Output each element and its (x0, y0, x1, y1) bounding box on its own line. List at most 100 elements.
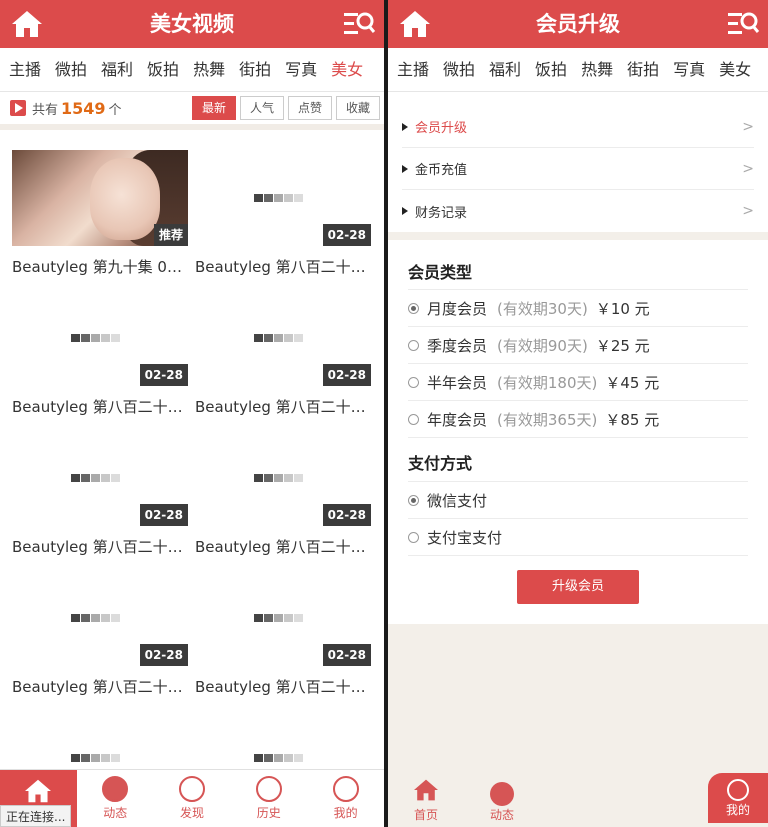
sort-popular-button[interactable]: 人气 (240, 96, 284, 120)
page-title: 会员升级 (536, 12, 620, 36)
loading-icon (254, 614, 304, 622)
tab-category[interactable]: 街拍 (618, 48, 664, 91)
member-price: ￥10 元 (595, 299, 650, 318)
member-option[interactable]: 半年会员 (有效期180天) ￥45 元 (408, 364, 748, 401)
member-option[interactable]: 年度会员 (有效期365天) ￥85 元 (408, 401, 748, 438)
tab-home[interactable]: 首页 (396, 778, 456, 823)
sort-newest-button[interactable]: 最新 (192, 96, 236, 120)
tab-category[interactable]: 福利 (92, 48, 138, 91)
recommend-badge: 推荐 (153, 224, 188, 246)
tab-category[interactable]: 主播 (388, 48, 434, 91)
sort-favorites-button[interactable]: 收藏 (336, 96, 380, 120)
category-nav: 主播 微拍 福利 饭拍 热舞 街拍 写真 美女 (0, 48, 384, 92)
upgrade-form: 会员类型 月度会员 (有效期30天) ￥10 元 季度会员 (有效期90天) ￥… (388, 240, 768, 624)
header: 会员升级 (388, 0, 768, 48)
radio-button[interactable] (408, 339, 419, 351)
membership-panel: 会员升级 主播 微拍 福利 饭拍 热舞 街拍 写真 美女 会员升级 > 金币充值 > 财务记录… (388, 0, 768, 827)
video-card[interactable]: 02-28 Beautyleg 第八百二十… (195, 290, 371, 417)
video-title[interactable]: Beautyleg 第八百二十… (195, 396, 373, 417)
tab-category[interactable]: 饭拍 (526, 48, 572, 91)
tab-category[interactable]: 热舞 (572, 48, 618, 91)
loading-icon (254, 754, 304, 762)
tab-category[interactable]: 微拍 (434, 48, 480, 91)
video-thumbnail[interactable]: 02-28 (195, 430, 371, 526)
video-count: 1549 (61, 98, 106, 118)
radio-button[interactable] (408, 494, 419, 506)
tab-category[interactable]: 福利 (480, 48, 526, 91)
tab-history[interactable]: 历史 (230, 770, 307, 827)
member-price: ￥85 元 (605, 410, 660, 429)
video-thumbnail[interactable]: 02-28 (12, 290, 188, 386)
date-badge: 02-28 (322, 644, 371, 666)
payment-option[interactable]: 支付宝支付 (408, 519, 748, 556)
menu-upgrade[interactable]: 会员升级 > (402, 106, 754, 148)
video-title[interactable]: Beautyleg 第八百二十… (12, 536, 190, 557)
loading-icon (71, 474, 121, 482)
count-suffix: 个 (108, 102, 122, 118)
video-thumbnail[interactable]: 02-28 (12, 430, 188, 526)
tab-discover[interactable]: 发现 (154, 770, 231, 827)
member-period: (有效期30天) (497, 299, 588, 318)
video-card[interactable]: 02-28 Beautyleg 第八百二十… (12, 290, 188, 417)
video-card[interactable]: 02-28 Beautyleg 第八百二十… (12, 570, 188, 697)
menu-finance[interactable]: 财务记录 > (402, 190, 754, 232)
video-title[interactable]: Beautyleg 第八百二十… (12, 396, 190, 417)
triangle-icon (402, 122, 408, 131)
video-thumbnail[interactable]: 02-28 (195, 150, 371, 246)
video-card[interactable]: 02-28 Beautyleg 第八百二十… (195, 570, 371, 697)
search-menu-icon[interactable] (342, 10, 376, 38)
payment-name: 支付宝支付 (427, 528, 503, 547)
tab-category[interactable]: 街拍 (230, 48, 276, 91)
video-thumbnail[interactable]: 02-28 (195, 290, 371, 386)
radio-button[interactable] (408, 302, 419, 314)
video-card[interactable]: 02-28 Beautyleg 第八百二十… (195, 430, 371, 557)
tab-category[interactable]: 美女 (710, 48, 756, 91)
radio-button[interactable] (408, 413, 419, 425)
upgrade-button[interactable]: 升级会员 (517, 570, 639, 604)
member-period: (有效期90天) (497, 336, 588, 355)
member-option[interactable]: 月度会员 (有效期30天) ￥10 元 (408, 290, 748, 327)
video-panel: 美女视频 主播 微拍 福利 饭拍 热舞 街拍 写真 美女 共有 1549 个 最新 人气 点赞… (0, 0, 384, 827)
video-card[interactable]: 推荐 Beautyleg 第九十集 0… (12, 150, 188, 277)
member-option[interactable]: 季度会员 (有效期90天) ￥25 元 (408, 327, 748, 364)
sort-likes-button[interactable]: 点赞 (288, 96, 332, 120)
video-title[interactable]: Beautyleg 第八百二十… (195, 536, 373, 557)
tab-category-active[interactable]: 美女 (322, 48, 368, 91)
radio-button[interactable] (408, 376, 419, 388)
payment-option[interactable]: 微信支付 (408, 482, 748, 519)
video-thumbnail[interactable]: 推荐 (12, 150, 188, 246)
chat-icon (102, 776, 129, 802)
compass-icon (178, 776, 205, 802)
tab-dynamic[interactable]: 动态 (472, 782, 532, 823)
tab-category[interactable]: 主播 (0, 48, 46, 91)
menu-label: 会员升级 (415, 121, 468, 136)
date-badge: 02-28 (322, 224, 371, 246)
video-thumbnail[interactable]: 02-28 (12, 570, 188, 666)
video-title[interactable]: Beautyleg 第九十集 0… (12, 256, 190, 277)
chevron-right-icon: > (742, 118, 754, 135)
menu-recharge[interactable]: 金币充值 > (402, 148, 754, 190)
video-title[interactable]: Beautyleg 第八百二十… (195, 676, 373, 697)
video-thumbnail[interactable]: 02-28 (195, 570, 371, 666)
member-name: 季度会员 (427, 336, 488, 355)
video-title[interactable]: Beautyleg 第八百二十… (195, 256, 373, 277)
loading-icon (71, 754, 121, 762)
payment-name: 微信支付 (427, 491, 488, 510)
video-card[interactable]: 02-28 Beautyleg 第八百二十… (195, 150, 371, 277)
radio-button[interactable] (408, 531, 419, 543)
search-menu-icon[interactable] (726, 10, 760, 38)
tab-category[interactable]: 写真 (664, 48, 710, 91)
tab-dynamic[interactable]: 动态 (77, 770, 154, 827)
tab-mine[interactable]: 我的 (708, 773, 768, 823)
tab-category[interactable]: 热舞 (184, 48, 230, 91)
loading-icon (71, 334, 121, 342)
video-title[interactable]: Beautyleg 第八百二十… (12, 676, 190, 697)
tab-mine[interactable]: 我的 (307, 770, 384, 827)
tab-category[interactable]: 微拍 (46, 48, 92, 91)
tab-category[interactable]: 饭拍 (138, 48, 184, 91)
chat-icon (490, 782, 514, 806)
video-card[interactable]: 02-28 Beautyleg 第八百二十… (12, 430, 188, 557)
tab-category[interactable]: 写真 (276, 48, 322, 91)
tab-label: 历史 (256, 806, 281, 820)
loading-icon (71, 614, 121, 622)
